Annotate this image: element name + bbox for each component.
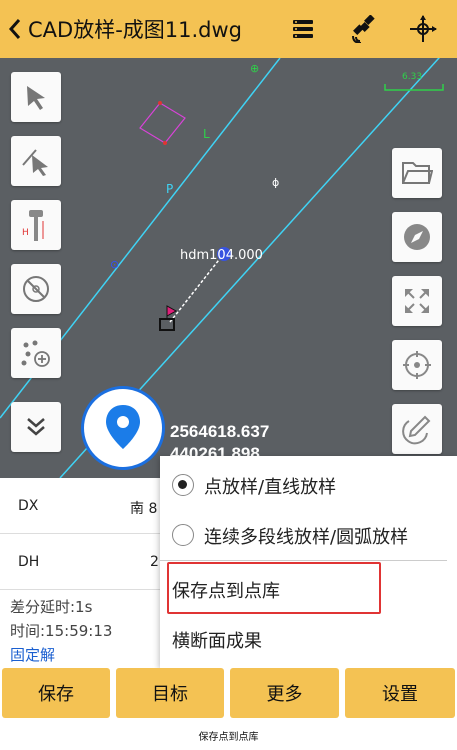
folder-icon [402,162,433,184]
stakeout-location-button[interactable] [81,386,165,470]
svg-text:ϕ: ϕ [272,176,279,189]
menu-item-polyline-stakeout[interactable]: 连续多段线放样/圆弧放样 [160,522,457,562]
radio-unchecked-icon [172,524,194,546]
figure-caption: 保存点到点库 [198,732,259,743]
layers-menu-icon[interactable] [283,8,323,50]
cad-map-canvas[interactable]: P L ϕ ⊙ ⊕ 6.33 hdm104.000 H 2564618.637 … [0,58,457,478]
open-file-button[interactable] [392,148,442,198]
points-add-icon [21,340,50,367]
guidance-line [169,255,223,323]
hdm-label: hdm104.000 [180,248,263,263]
expand-arrows-icon [405,289,429,313]
time-text: 时间:15:59:13 [10,622,113,640]
pen-edit-icon [402,415,431,445]
svg-text:⊙: ⊙ [110,258,119,271]
dx-row: DX 南 8 [0,478,160,534]
page-title: CAD放样-成图11.dwg [28,18,243,42]
more-button[interactable]: 更多 [230,668,339,718]
diff-delay-text: 差分延时:1s [10,598,93,616]
menu-item-label: 点放样/直线放样 [204,477,337,498]
menu-divider [160,560,447,561]
expand-tools-button[interactable] [11,402,61,452]
svg-text:L: L [203,127,210,141]
no-snap-button[interactable] [11,264,61,314]
gnss-receiver-button[interactable]: H [11,200,61,250]
building-outline [139,102,186,144]
line-cursor-icon [22,149,48,176]
double-chevron-down-icon [27,418,45,436]
disabled-circle-icon [23,276,49,302]
bottom-action-bar: 保存 目标 更多 设置 [0,668,457,720]
radio-checked-icon [172,474,194,496]
compass-icon [404,224,430,250]
satellite-icon[interactable] [344,8,384,50]
svg-text:⊕: ⊕ [250,62,259,75]
add-point-button[interactable] [11,328,61,378]
line-select-tool-button[interactable] [11,136,61,186]
dh-row: DH 2 [0,534,160,590]
dh-key: DH [18,554,40,570]
center-location-button[interactable] [392,340,442,390]
back-chevron-icon[interactable] [2,0,28,58]
dx-key: DX [18,498,39,514]
svg-text:P: P [166,182,173,196]
target-button[interactable]: 目标 [116,668,224,718]
svg-text:H: H [22,228,29,238]
dx-value: 南 8 [130,501,158,517]
menu-item-cross-section[interactable]: 横断面成果 [160,626,457,666]
map-drawing: P L ϕ ⊙ ⊕ [0,58,444,478]
receiver-pole-icon: H [22,210,44,241]
settings-button[interactable]: 设置 [345,668,455,718]
locate-crosshair-icon [403,351,431,379]
edit-drawing-button[interactable] [392,404,442,454]
cursor-arrow-icon [27,86,45,110]
dh-value: 2 [150,554,159,570]
fit-extent-button[interactable] [392,276,442,326]
scale-label: 6.33 [402,72,423,82]
crosshair-target-icon[interactable] [403,8,443,50]
fix-status-text: 固定解 [10,646,56,664]
menu-item-label: 连续多段线放样/圆弧放样 [204,527,409,548]
highlight-annotation [167,562,381,614]
app-header: CAD放样-成图11.dwg [0,0,457,58]
menu-item-point-stakeout[interactable]: 点放样/直线放样 [160,472,457,512]
compass-button[interactable] [392,212,442,262]
northing-value: 2564618.637 [170,422,270,441]
menu-item-label: 横断面成果 [172,631,262,652]
select-tool-button[interactable] [11,72,61,122]
save-button[interactable]: 保存 [2,668,110,718]
map-pin-icon [106,405,140,449]
